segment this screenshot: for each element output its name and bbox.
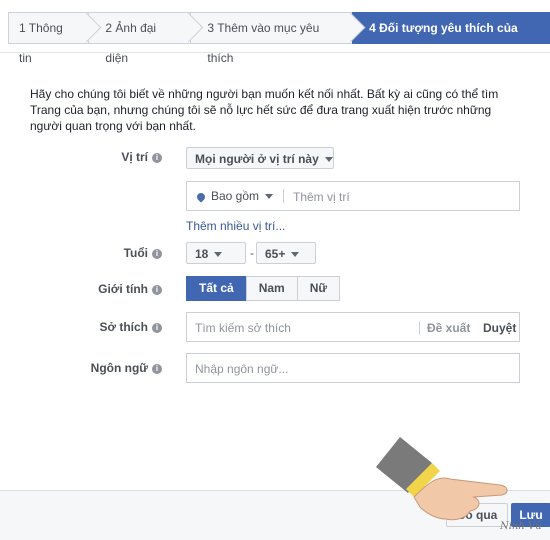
step-audience[interactable]: 4 Đối tượng yêu thích của Trang (352, 12, 550, 65)
step-label: 1 Thông tin (19, 21, 63, 65)
info-icon[interactable]: i (152, 248, 162, 259)
step-add-favorites[interactable]: 3 Thêm vào mục yêu thích (190, 12, 366, 65)
chevron-down-icon (214, 252, 223, 258)
location-pin-icon (195, 191, 207, 203)
info-icon[interactable]: i (152, 363, 162, 374)
language-input[interactable]: Nhập ngôn ngữ... (195, 362, 288, 376)
interests-input[interactable]: Tìm kiếm sở thích (195, 321, 291, 335)
gender-male-button[interactable]: Nam (245, 276, 298, 301)
step-profile-picture[interactable]: 2 Ảnh đại diện (88, 12, 204, 65)
step-info[interactable]: 1 Thông tin (8, 12, 102, 65)
intro-text: Hãy cho chúng tôi biết về những người bạ… (30, 87, 499, 133)
info-icon[interactable]: i (152, 322, 162, 333)
pointing-hand-icon (376, 437, 508, 521)
gender-label-text: Giới tính (98, 282, 148, 296)
interests-label: Sở thích i (42, 320, 162, 334)
age-max-dropdown[interactable]: 65+ (256, 242, 316, 264)
age-separator: - (250, 246, 254, 260)
age-label: Tuổi i (42, 246, 162, 260)
location-label-text: Vị trí (121, 150, 148, 164)
age-min-dropdown[interactable]: 18 (186, 242, 246, 264)
chevron-down-icon (265, 194, 274, 200)
gender-toggle: Tất cả Nam Nữ (186, 276, 341, 301)
location-label: Vị trí i (42, 150, 162, 164)
language-box: Nhập ngôn ngữ... (186, 353, 520, 383)
age-max-value: 65+ (265, 247, 286, 261)
step-label: 3 Thêm vào mục yêu thích (207, 21, 320, 65)
age-label-text: Tuổi (123, 246, 148, 260)
include-dropdown[interactable]: Bao gồm (195, 189, 274, 203)
interests-label-text: Sở thích (99, 320, 148, 334)
header-divider (0, 52, 550, 53)
gender-female-button[interactable]: Nữ (296, 276, 341, 301)
gender-label: Giới tính i (42, 282, 162, 296)
location-scope-dropdown[interactable]: Mọi người ở vị trí này (186, 147, 334, 169)
interests-box: Tìm kiếm sở thích Đề xuất Duyệt (186, 312, 520, 342)
step-label: 2 Ảnh đại diện (105, 21, 157, 65)
browse-button[interactable]: Duyệt (483, 321, 516, 335)
location-input-box[interactable]: Bao gồm Thêm vị trí (186, 181, 520, 211)
wizard-steps: 1 Thông tin 2 Ảnh đại diện 3 Thêm vào mụ… (8, 12, 550, 65)
chevron-down-icon (324, 157, 333, 163)
info-icon[interactable]: i (152, 284, 162, 295)
chevron-down-icon (291, 252, 300, 258)
language-label-text: Ngôn ngữ (90, 361, 148, 375)
include-label: Bao gồm (211, 189, 260, 203)
suggest-button[interactable]: Đề xuất (427, 321, 470, 335)
watermark: Ninh Vũ (500, 521, 542, 532)
info-icon[interactable]: i (152, 152, 162, 163)
gender-all-button[interactable]: Tất cả (186, 276, 247, 301)
location-scope-value: Mọi người ở vị trí này (195, 152, 319, 166)
step-label: 4 Đối tượng yêu thích của Trang (369, 21, 518, 65)
more-locations-link[interactable]: Thêm nhiều vị trí... (186, 219, 285, 233)
location-input[interactable]: Thêm vị trí (293, 190, 350, 204)
language-label: Ngôn ngữ i (42, 361, 162, 375)
age-min-value: 18 (195, 247, 209, 261)
